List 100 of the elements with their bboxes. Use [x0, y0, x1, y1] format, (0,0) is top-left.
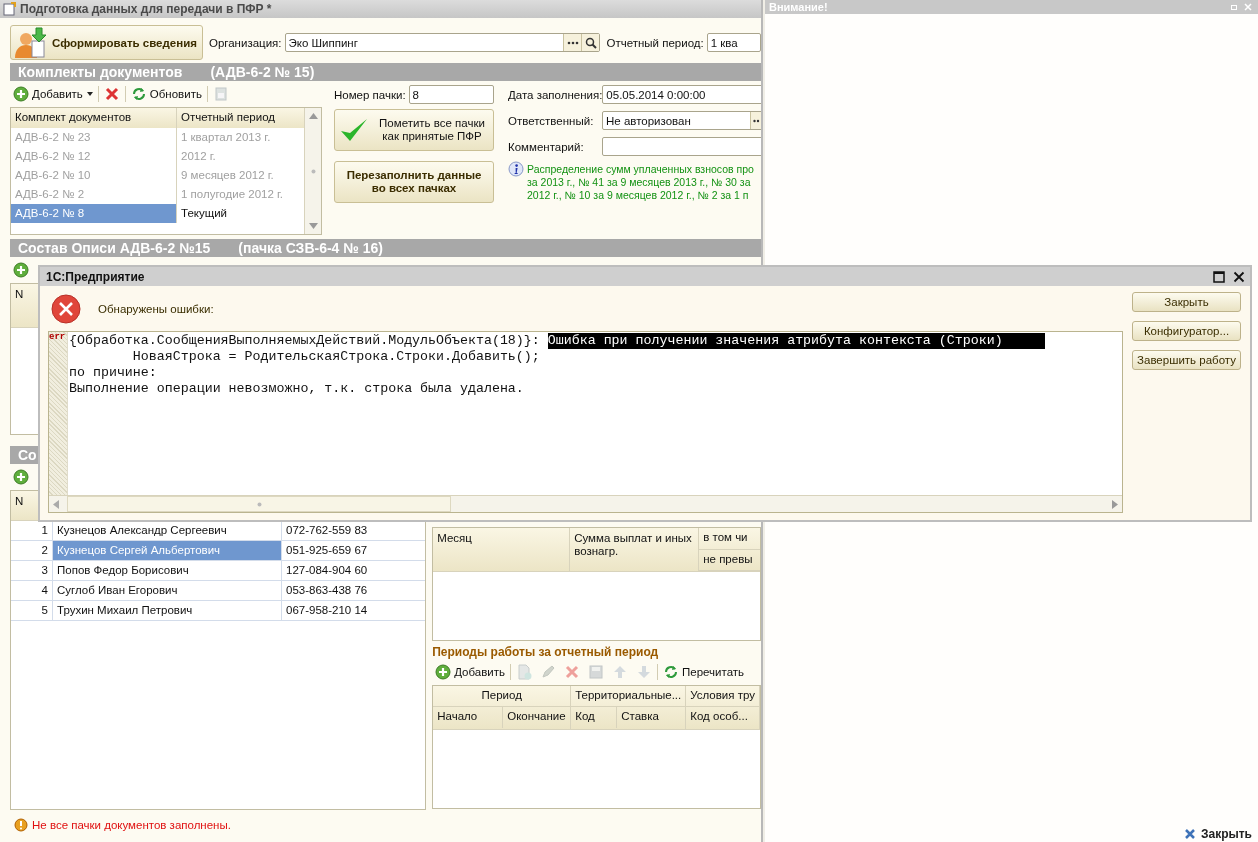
section-title: Со — [18, 447, 37, 463]
generate-button[interactable]: Сформировать сведения — [10, 25, 203, 60]
error-text-area[interactable] — [48, 331, 1123, 513]
close-button[interactable] — [1232, 269, 1246, 284]
dialog-button[interactable]: Конфигуратор... — [1132, 321, 1241, 341]
error-text-line: по причине: — [69, 365, 157, 381]
table-cell[interactable]: 051-925-659 67 — [282, 541, 426, 560]
field-label: Организация: — [208, 36, 282, 49]
date-field[interactable]: 05.05.2014 0:00:00 — [602, 85, 761, 104]
comment-field[interactable] — [602, 137, 761, 156]
column-header: Окончание — [502, 707, 571, 728]
pencil-icon — [540, 664, 556, 680]
table-cell[interactable]: 053-863-438 76 — [282, 581, 426, 600]
table-cell[interactable]: 4 — [11, 581, 53, 600]
section-subtitle: (пачка СЗВ-6-4 № 16) — [238, 240, 384, 256]
ellipsis-icon — [752, 118, 761, 123]
column-header: Сумма выплат и иных вознагр. — [570, 528, 700, 571]
table-cell[interactable]: 072-762-559 83 — [282, 521, 426, 540]
add-button[interactable]: Добавить — [10, 84, 96, 104]
error-marker: err — [49, 332, 67, 342]
down-arrow-icon — [636, 664, 652, 680]
choose-button[interactable] — [750, 112, 761, 129]
column-header: Код — [574, 709, 596, 724]
refill-button[interactable]: Перезаполнить данные во всех пачках — [334, 161, 494, 203]
refresh-icon — [130, 86, 147, 102]
delete-icon — [103, 86, 120, 102]
table-cell[interactable]: 067-958-210 14 — [282, 601, 426, 620]
scroll-thumb[interactable] — [67, 496, 451, 512]
section-subtitle: (АДВ-6-2 № 15) — [210, 64, 315, 80]
table-cell[interactable]: Трухин Михаил Петрович — [53, 601, 282, 620]
close-link[interactable]: Закрыть — [1183, 827, 1252, 841]
dialog-button[interactable]: Завершить работу — [1132, 350, 1241, 370]
close-icon — [1183, 828, 1196, 840]
info-icon — [508, 161, 524, 177]
window-title: 1С:Предприятие — [46, 269, 145, 284]
info-text: за 2013 г., № 41 за 9 месяцев 2013 г., № 30 за — [527, 176, 752, 189]
maximize-button[interactable] — [1212, 269, 1226, 284]
table-cell[interactable]: Попов Федор Борисович — [53, 561, 282, 580]
document-plus-icon — [516, 664, 532, 680]
error-text-line: НоваяСтрока = РодительскаяСтрока.Строки.Добавить(); — [131, 349, 540, 365]
field-label: Ответственный: — [508, 113, 595, 128]
section-title: Состав Описи АДВ-6-2 №15 — [18, 240, 211, 256]
field-label: Номер пачки: — [334, 88, 406, 101]
restore-icon — [1230, 3, 1238, 11]
column-header: Начало — [436, 709, 479, 724]
down-arrow-icon — [308, 223, 318, 229]
field-label: Дата заполнения: — [508, 87, 603, 102]
column-header: N — [14, 494, 25, 509]
column-header: в том чи — [699, 528, 760, 550]
table-cell[interactable]: 127-084-904 60 — [282, 561, 426, 580]
table-cell[interactable]: 5 — [11, 601, 53, 620]
column-header: Период — [433, 686, 571, 707]
section-title: Комплекты документов — [18, 64, 183, 80]
refresh-button[interactable]: Обновить — [127, 84, 205, 104]
warning-icon — [14, 818, 28, 832]
column-header: Код особ... — [689, 709, 749, 724]
dialog-button[interactable]: Закрыть — [1132, 292, 1241, 312]
search-icon — [585, 36, 597, 49]
info-text: 2012 г., № 10 за 9 месяцев 2012 г., № 2 за 1 п — [527, 189, 750, 202]
scrollbar[interactable] — [304, 108, 321, 234]
column-header: Территориальные... — [571, 686, 686, 707]
grip-icon — [256, 501, 262, 507]
left-arrow-icon — [53, 499, 59, 509]
plus-icon — [13, 262, 29, 278]
organization-field[interactable]: Эко Шиппинг — [284, 33, 601, 52]
table-cell[interactable]: Суглоб Иван Егорович — [53, 581, 282, 600]
pack-number-field[interactable]: 8 — [408, 85, 494, 104]
scroll-thumb-icon — [310, 168, 316, 174]
period-field[interactable]: 1 ква — [706, 33, 761, 52]
info-text: Распределение сумм уплаченных взносов про — [527, 163, 754, 176]
document-icon — [2, 2, 16, 16]
up-arrow-icon — [308, 113, 318, 119]
mark-accepted-button[interactable]: Пометить все пачки как принятые ПФР — [334, 109, 494, 151]
refresh-button[interactable]: Перечитать — [660, 662, 748, 682]
clipboard-icon — [212, 86, 229, 102]
status-message: Не все пачки документов заполнены. — [32, 819, 231, 831]
section-title: Периоды работы за отчетный период — [432, 645, 660, 661]
error-text-line: {Обработка.СообщенияВыполняемыхДействий.МодульОбъекта(18)}: — [69, 333, 541, 349]
add-button[interactable] — [10, 467, 32, 487]
right-arrow-icon — [1112, 499, 1118, 509]
choose-button[interactable] — [563, 34, 582, 51]
add-button[interactable]: Добавить — [432, 662, 508, 682]
plus-icon — [13, 86, 29, 102]
add-button[interactable] — [10, 260, 32, 280]
field-label: Отчетный период: — [606, 36, 704, 49]
search-button[interactable] — [581, 34, 600, 51]
column-header: N — [14, 287, 25, 302]
field-label: Комментарий: — [508, 139, 585, 154]
floppy-icon — [588, 664, 604, 680]
scrollbar[interactable] — [49, 495, 1122, 512]
table-cell[interactable]: Текущий — [177, 204, 304, 223]
plus-icon — [13, 469, 29, 485]
error-icon — [50, 292, 82, 325]
table-cell[interactable]: 3 — [11, 561, 53, 580]
close-icon — [1233, 270, 1245, 283]
up-arrow-icon — [612, 664, 628, 680]
responsible-field[interactable]: Не авторизован — [602, 111, 761, 130]
column-header: Комплект документов — [11, 108, 177, 128]
ellipsis-icon — [567, 40, 579, 45]
delete-icon — [564, 664, 580, 680]
